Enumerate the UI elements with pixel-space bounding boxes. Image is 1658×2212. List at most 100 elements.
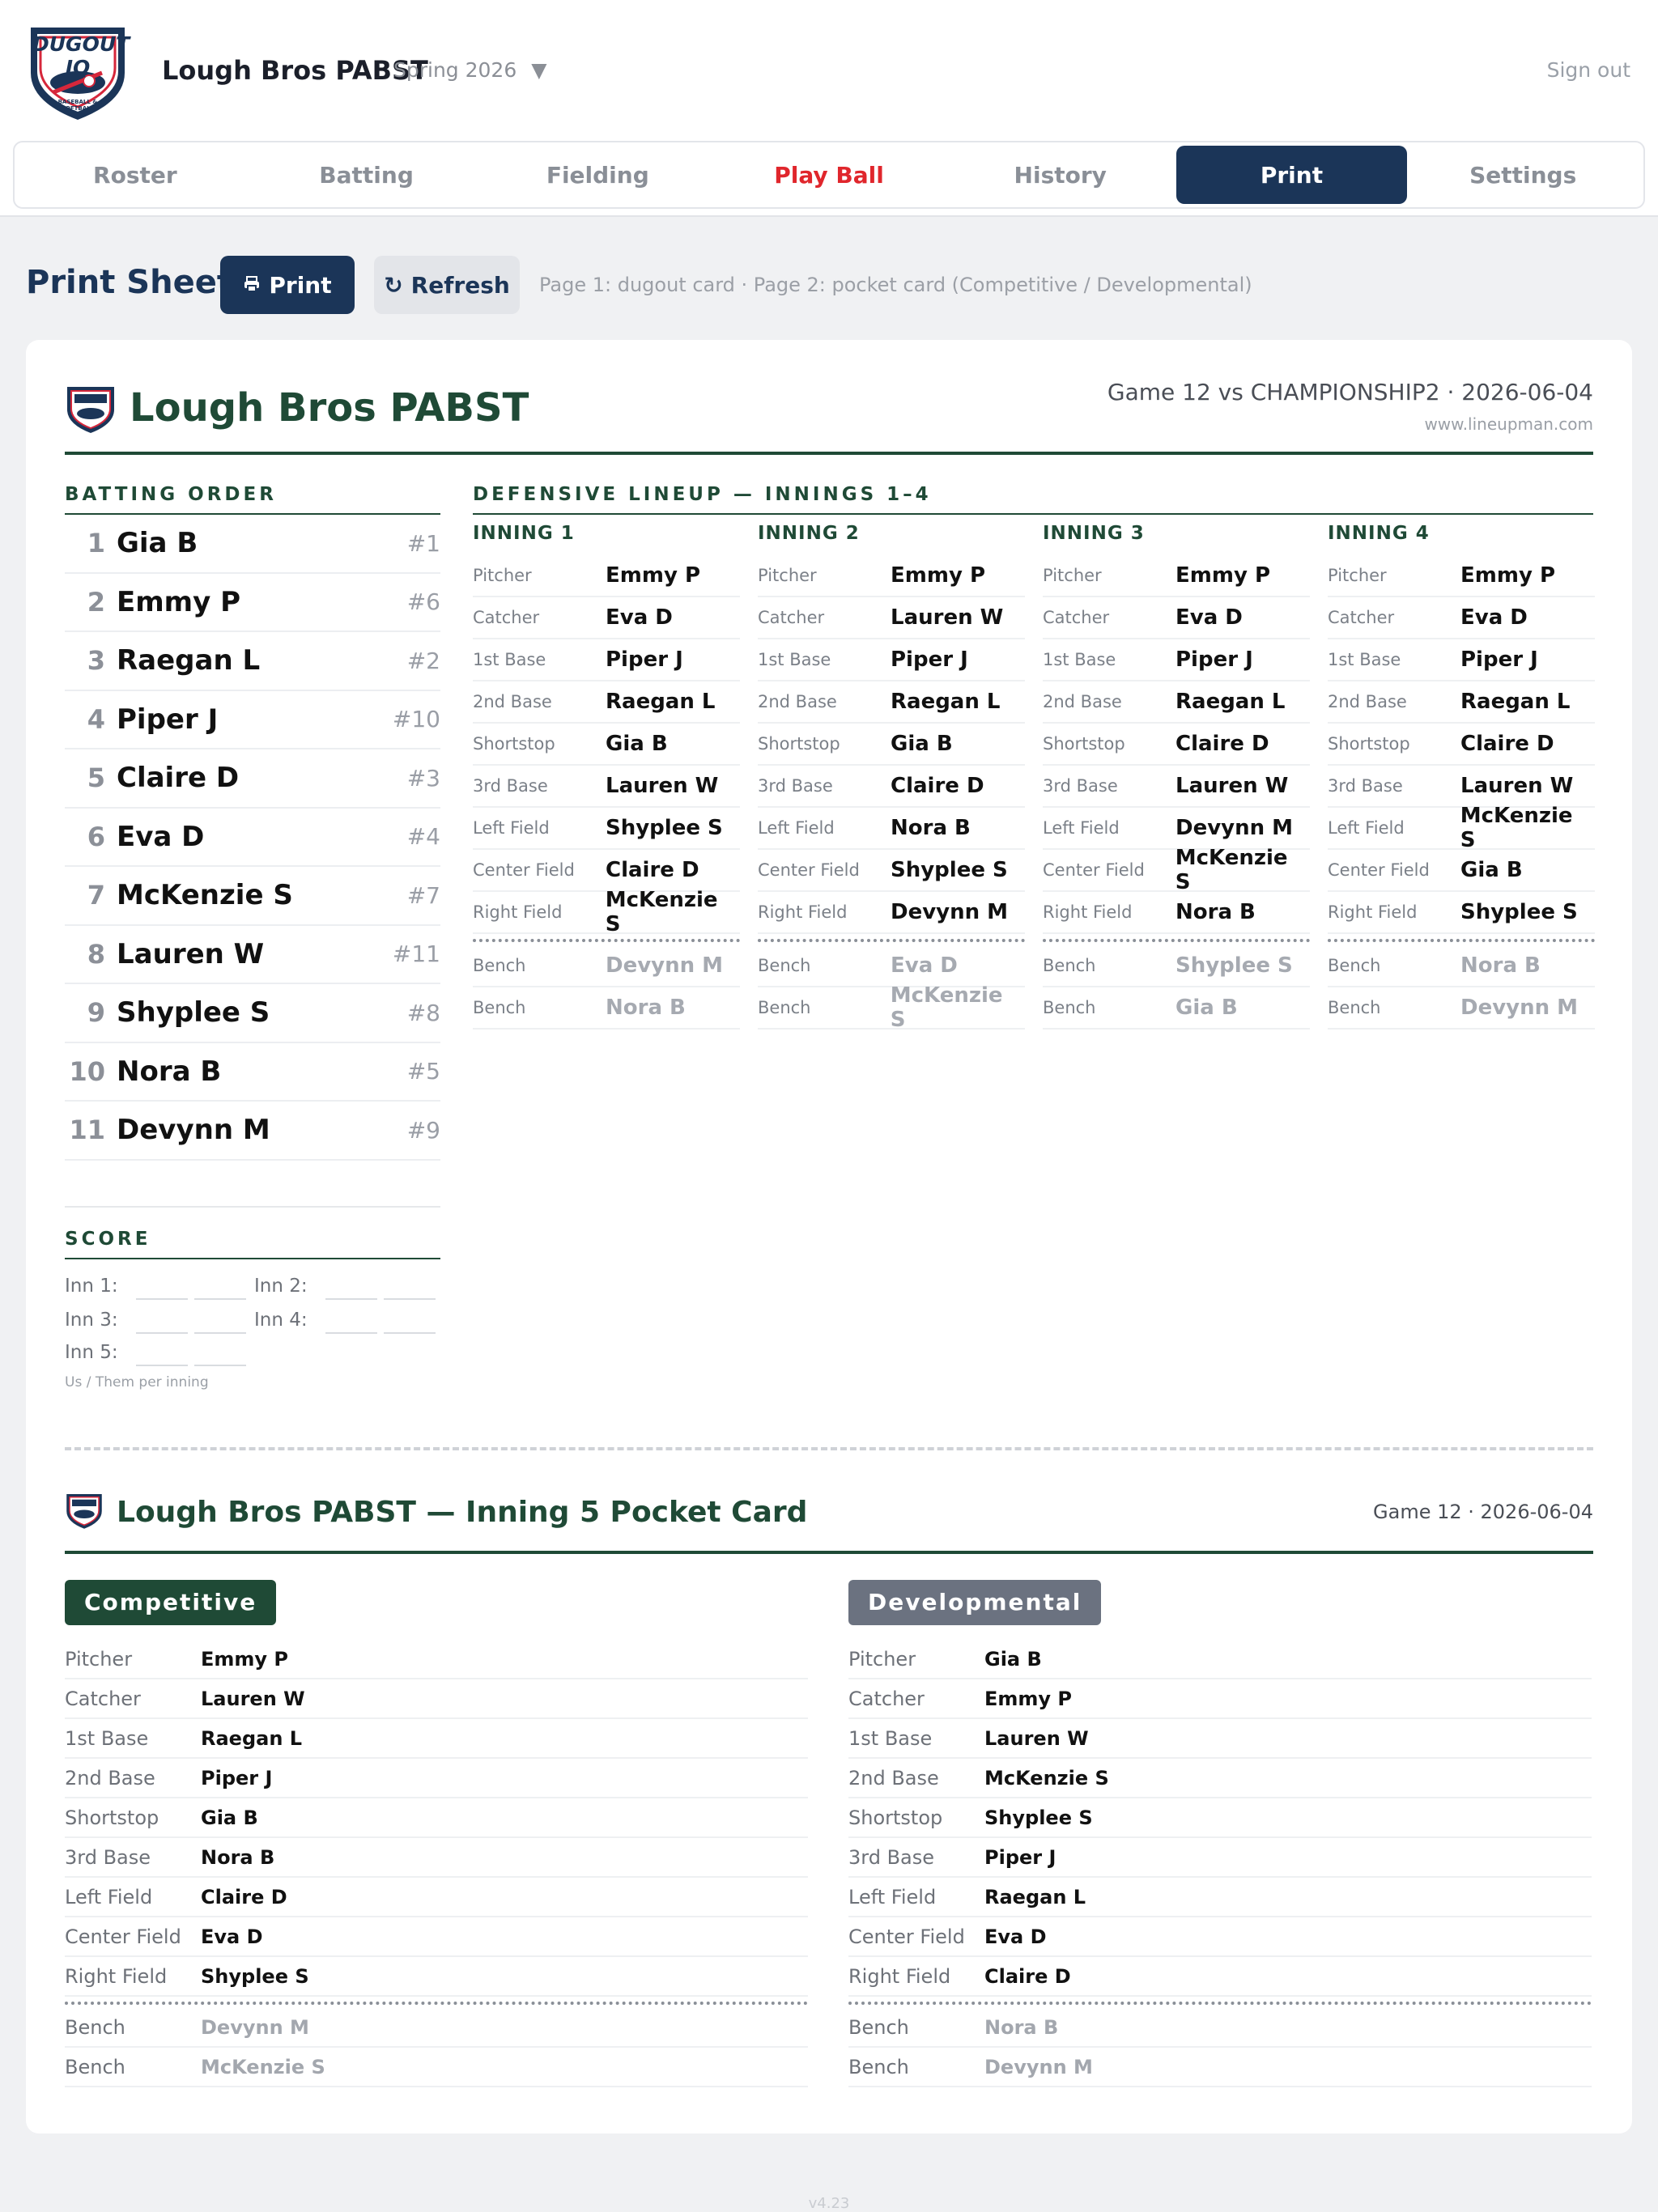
position-label: Pitcher (1328, 566, 1387, 585)
bench-label: Bench (758, 956, 811, 975)
inning-title: INNING 4 (1328, 523, 1430, 544)
player-name: Shyplee S (984, 1806, 1093, 1829)
print-button-label: Print (269, 271, 332, 299)
batter-name: Emmy P (117, 585, 240, 618)
position-label: Right Field (1043, 902, 1133, 922)
refresh-button-label: Refresh (410, 271, 510, 299)
player-name: Nora B (1175, 900, 1256, 924)
batter-name: Lauren W (117, 937, 265, 970)
team-name: Lough Bros PABST (162, 55, 428, 86)
batting-number: 3 (87, 645, 105, 677)
player-name: Emmy P (1175, 563, 1270, 588)
jersey-number: #3 (406, 764, 440, 792)
position-row: Shortstop Claire D (1328, 724, 1595, 766)
bench-row: Bench Devynn M (473, 945, 740, 987)
score-inn4-label: Inn 4: (254, 1310, 308, 1331)
score-blank[interactable] (384, 1332, 436, 1334)
position-row: 2nd Base Raegan L (758, 681, 1025, 724)
player-name: Raegan L (1460, 690, 1571, 714)
bench-row: Bench Gia B (1043, 987, 1310, 1030)
position-label: Shortstop (1328, 734, 1410, 754)
batting-row: 5 Claire D #3 (65, 749, 440, 809)
position-row: Shortstop Gia B (758, 724, 1025, 766)
print-button[interactable]: Print (220, 256, 355, 314)
position-row: 2nd Base Piper J (65, 1759, 808, 1798)
position-label: Pitcher (65, 1647, 133, 1671)
score-blank[interactable] (136, 1365, 188, 1366)
position-row: Left Field Claire D (65, 1878, 808, 1917)
sheet-title: Lough Bros PABST (130, 385, 529, 431)
score-blank[interactable] (136, 1298, 188, 1300)
bench-player-name: Devynn M (1460, 996, 1579, 1020)
top-bar: DUGOUT IQ BASEBALL & SOFTBALL Lough Bros… (0, 0, 1658, 217)
player-name: Claire D (201, 1885, 287, 1908)
score-inn5-label: Inn 5: (65, 1342, 118, 1363)
jersey-number: #6 (406, 588, 440, 616)
jersey-number: #1 (406, 529, 440, 557)
position-row: Left Field Raegan L (848, 1878, 1592, 1917)
season-selector[interactable]: Spring 2026 ▼ (393, 58, 546, 82)
player-name: Raegan L (984, 1885, 1086, 1908)
position-row: 1st Base Raegan L (65, 1719, 808, 1759)
batter-name: McKenzie S (117, 879, 293, 912)
score-blank[interactable] (194, 1365, 246, 1366)
tab-settings[interactable]: Settings (1407, 146, 1639, 204)
tab-fielding[interactable]: Fielding (482, 146, 713, 204)
position-label: Right Field (65, 1964, 168, 1988)
bench-player-name: Gia B (1175, 996, 1238, 1020)
defensive-lineup-label: DEFENSIVE LINEUP — INNINGS 1–4 (473, 484, 932, 505)
pocket-card-game: Game 12 · 2026-06-04 (1373, 1501, 1593, 1523)
refresh-button[interactable]: ↻ Refresh (374, 256, 520, 314)
batting-number: 6 (87, 821, 105, 852)
position-row: Center Field Gia B (1328, 850, 1595, 892)
score-blank[interactable] (384, 1298, 436, 1300)
position-row: 1st Base Piper J (473, 639, 740, 681)
position-label: Left Field (758, 818, 835, 838)
score-blank[interactable] (194, 1298, 246, 1300)
jersey-number: #4 (406, 823, 440, 851)
player-name: Claire D (1175, 732, 1269, 756)
score-blank[interactable] (136, 1332, 188, 1334)
position-row: Catcher Lauren W (758, 597, 1025, 639)
bench-player-name: Nora B (1460, 953, 1541, 978)
position-row: Right Field Shyplee S (1328, 892, 1595, 934)
tab-history[interactable]: History (945, 146, 1176, 204)
player-name: McKenzie S (1175, 846, 1288, 894)
season-label: Spring 2026 (393, 58, 517, 82)
position-label: Center Field (473, 860, 575, 880)
tab-print[interactable]: Print (1175, 146, 1408, 204)
batting-number: 9 (87, 997, 105, 1029)
score-blank[interactable] (194, 1332, 246, 1334)
batting-row: 9 Shyplee S #8 (65, 984, 440, 1043)
position-label: 3rd Base (1043, 776, 1118, 796)
position-row: Left Field McKenzie S (1328, 804, 1595, 852)
player-name: Gia B (984, 1647, 1042, 1671)
position-row: Center Field Eva D (848, 1917, 1592, 1957)
position-row: Right Field McKenzie S (473, 888, 740, 936)
batting-row: 1 Gia B #1 (65, 515, 440, 574)
position-label: Center Field (848, 1925, 965, 1948)
bench-row: Bench Eva D (758, 945, 1025, 987)
batting-row: 4 Piper J #10 (65, 691, 440, 749)
score-blank[interactable] (325, 1332, 377, 1334)
position-label: Catcher (65, 1687, 141, 1710)
tab-roster[interactable]: Roster (19, 146, 251, 204)
player-name: Piper J (606, 647, 683, 672)
player-name: Shyplee S (201, 1964, 309, 1988)
sign-out-link[interactable]: Sign out (1547, 58, 1630, 82)
position-row: 3rd Base Piper J (848, 1838, 1592, 1878)
inning-column: INNING 4 Pitcher Emmy P Catcher Eva D 1st Bas… (1328, 523, 1595, 1030)
score-blank[interactable] (325, 1298, 377, 1300)
tab-play-ball[interactable]: Play Ball (713, 146, 945, 204)
bench-row: Bench Nora B (848, 2008, 1592, 2048)
position-row: 1st Base Lauren W (848, 1719, 1592, 1759)
page-separator (65, 1447, 1593, 1450)
bench-label: Bench (1328, 956, 1381, 975)
position-row: Pitcher Emmy P (473, 555, 740, 597)
position-row: Center Field McKenzie S (1043, 846, 1310, 894)
tab-batting[interactable]: Batting (251, 146, 483, 204)
position-row: Pitcher Emmy P (1043, 555, 1310, 597)
position-row: Center Field Eva D (65, 1917, 808, 1957)
dugout-iq-logo[interactable]: DUGOUT IQ BASEBALL & SOFTBALL (26, 24, 130, 121)
position-label: 2nd Base (1043, 692, 1122, 711)
